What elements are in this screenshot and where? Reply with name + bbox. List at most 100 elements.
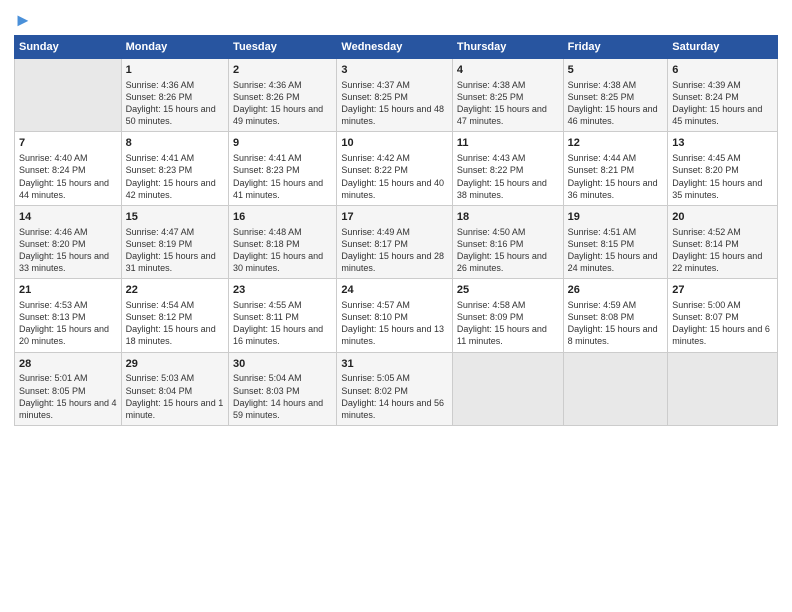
cell-info: Sunrise: 4:43 AMSunset: 8:22 PMDaylight:… [457, 152, 559, 201]
cell-info: Sunrise: 4:53 AMSunset: 8:13 PMDaylight:… [19, 299, 117, 348]
day-number: 16 [233, 210, 332, 225]
day-number: 30 [233, 357, 332, 372]
col-header-monday: Monday [121, 36, 228, 59]
calendar-cell: 31Sunrise: 5:05 AMSunset: 8:02 PMDayligh… [337, 352, 452, 425]
day-number: 3 [341, 63, 447, 78]
cell-info: Sunrise: 4:57 AMSunset: 8:10 PMDaylight:… [341, 299, 447, 348]
calendar-cell: 30Sunrise: 5:04 AMSunset: 8:03 PMDayligh… [229, 352, 337, 425]
day-number: 25 [457, 283, 559, 298]
cell-info: Sunrise: 4:59 AMSunset: 8:08 PMDaylight:… [568, 299, 664, 348]
week-row-5: 28Sunrise: 5:01 AMSunset: 8:05 PMDayligh… [15, 352, 778, 425]
cell-info: Sunrise: 4:39 AMSunset: 8:24 PMDaylight:… [672, 79, 773, 128]
cell-info: Sunrise: 4:50 AMSunset: 8:16 PMDaylight:… [457, 226, 559, 275]
cell-info: Sunrise: 4:49 AMSunset: 8:17 PMDaylight:… [341, 226, 447, 275]
calendar-cell: 17Sunrise: 4:49 AMSunset: 8:17 PMDayligh… [337, 205, 452, 278]
cell-info: Sunrise: 4:36 AMSunset: 8:26 PMDaylight:… [233, 79, 332, 128]
calendar-cell: 23Sunrise: 4:55 AMSunset: 8:11 PMDayligh… [229, 279, 337, 352]
week-row-4: 21Sunrise: 4:53 AMSunset: 8:13 PMDayligh… [15, 279, 778, 352]
col-header-sunday: Sunday [15, 36, 122, 59]
calendar-cell: 21Sunrise: 4:53 AMSunset: 8:13 PMDayligh… [15, 279, 122, 352]
calendar-cell: 3Sunrise: 4:37 AMSunset: 8:25 PMDaylight… [337, 59, 452, 132]
day-number: 24 [341, 283, 447, 298]
calendar-cell: 9Sunrise: 4:41 AMSunset: 8:23 PMDaylight… [229, 132, 337, 205]
day-number: 13 [672, 136, 773, 151]
day-number: 1 [126, 63, 224, 78]
cell-info: Sunrise: 4:40 AMSunset: 8:24 PMDaylight:… [19, 152, 117, 201]
logo-text: ► [14, 10, 32, 31]
day-number: 2 [233, 63, 332, 78]
cell-info: Sunrise: 4:51 AMSunset: 8:15 PMDaylight:… [568, 226, 664, 275]
cell-info: Sunrise: 5:03 AMSunset: 8:04 PMDaylight:… [126, 372, 224, 421]
day-number: 21 [19, 283, 117, 298]
cell-info: Sunrise: 4:38 AMSunset: 8:25 PMDaylight:… [568, 79, 664, 128]
cell-info: Sunrise: 4:54 AMSunset: 8:12 PMDaylight:… [126, 299, 224, 348]
calendar-cell: 8Sunrise: 4:41 AMSunset: 8:23 PMDaylight… [121, 132, 228, 205]
day-number: 18 [457, 210, 559, 225]
cell-info: Sunrise: 4:38 AMSunset: 8:25 PMDaylight:… [457, 79, 559, 128]
cell-info: Sunrise: 4:42 AMSunset: 8:22 PMDaylight:… [341, 152, 447, 201]
page: ► SundayMondayTuesdayWednesdayThursdayFr… [0, 0, 792, 612]
calendar-cell: 22Sunrise: 4:54 AMSunset: 8:12 PMDayligh… [121, 279, 228, 352]
cell-info: Sunrise: 4:37 AMSunset: 8:25 PMDaylight:… [341, 79, 447, 128]
day-number: 15 [126, 210, 224, 225]
cell-info: Sunrise: 4:52 AMSunset: 8:14 PMDaylight:… [672, 226, 773, 275]
calendar-cell: 28Sunrise: 5:01 AMSunset: 8:05 PMDayligh… [15, 352, 122, 425]
calendar-cell: 26Sunrise: 4:59 AMSunset: 8:08 PMDayligh… [563, 279, 668, 352]
calendar-table: SundayMondayTuesdayWednesdayThursdayFrid… [14, 35, 778, 426]
calendar-cell: 10Sunrise: 4:42 AMSunset: 8:22 PMDayligh… [337, 132, 452, 205]
day-number: 14 [19, 210, 117, 225]
day-number: 31 [341, 357, 447, 372]
col-header-saturday: Saturday [668, 36, 778, 59]
cell-info: Sunrise: 4:41 AMSunset: 8:23 PMDaylight:… [126, 152, 224, 201]
week-row-1: 1 Sunrise: 4:36 AMSunset: 8:26 PMDaylight… [15, 59, 778, 132]
col-header-wednesday: Wednesday [337, 36, 452, 59]
calendar-cell: 15Sunrise: 4:47 AMSunset: 8:19 PMDayligh… [121, 205, 228, 278]
calendar-cell: 24Sunrise: 4:57 AMSunset: 8:10 PMDayligh… [337, 279, 452, 352]
cell-info: Sunrise: 4:48 AMSunset: 8:18 PMDaylight:… [233, 226, 332, 275]
cell-info: Sunrise: 4:47 AMSunset: 8:19 PMDaylight:… [126, 226, 224, 275]
cell-info: Sunrise: 4:44 AMSunset: 8:21 PMDaylight:… [568, 152, 664, 201]
day-number: 19 [568, 210, 664, 225]
calendar-cell: 20Sunrise: 4:52 AMSunset: 8:14 PMDayligh… [668, 205, 778, 278]
day-number: 11 [457, 136, 559, 151]
day-number: 27 [672, 283, 773, 298]
cell-info: Sunrise: 4:58 AMSunset: 8:09 PMDaylight:… [457, 299, 559, 348]
day-number: 29 [126, 357, 224, 372]
day-number: 5 [568, 63, 664, 78]
calendar-cell: 19Sunrise: 4:51 AMSunset: 8:15 PMDayligh… [563, 205, 668, 278]
day-number: 26 [568, 283, 664, 298]
calendar-cell: 5Sunrise: 4:38 AMSunset: 8:25 PMDaylight… [563, 59, 668, 132]
calendar-cell: 1Sunrise: 4:36 AMSunset: 8:26 PMDaylight… [121, 59, 228, 132]
day-number: 23 [233, 283, 332, 298]
calendar-cell: 29Sunrise: 5:03 AMSunset: 8:04 PMDayligh… [121, 352, 228, 425]
day-number: 28 [19, 357, 117, 372]
calendar-cell: 12Sunrise: 4:44 AMSunset: 8:21 PMDayligh… [563, 132, 668, 205]
calendar-cell: 6Sunrise: 4:39 AMSunset: 8:24 PMDaylight… [668, 59, 778, 132]
calendar-cell: 13Sunrise: 4:45 AMSunset: 8:20 PMDayligh… [668, 132, 778, 205]
day-number: 17 [341, 210, 447, 225]
calendar-cell: 2Sunrise: 4:36 AMSunset: 8:26 PMDaylight… [229, 59, 337, 132]
col-header-thursday: Thursday [452, 36, 563, 59]
calendar-cell: 18Sunrise: 4:50 AMSunset: 8:16 PMDayligh… [452, 205, 563, 278]
calendar-cell: 25Sunrise: 4:58 AMSunset: 8:09 PMDayligh… [452, 279, 563, 352]
week-row-2: 7Sunrise: 4:40 AMSunset: 8:24 PMDaylight… [15, 132, 778, 205]
calendar-cell [668, 352, 778, 425]
day-number: 8 [126, 136, 224, 151]
header-row: SundayMondayTuesdayWednesdayThursdayFrid… [15, 36, 778, 59]
day-number: 20 [672, 210, 773, 225]
calendar-cell: 14Sunrise: 4:46 AMSunset: 8:20 PMDayligh… [15, 205, 122, 278]
calendar-cell [15, 59, 122, 132]
calendar-cell: 11Sunrise: 4:43 AMSunset: 8:22 PMDayligh… [452, 132, 563, 205]
cell-info: Sunrise: 4:46 AMSunset: 8:20 PMDaylight:… [19, 226, 117, 275]
col-header-friday: Friday [563, 36, 668, 59]
day-number: 9 [233, 136, 332, 151]
cell-info: Sunrise: 5:01 AMSunset: 8:05 PMDaylight:… [19, 372, 117, 421]
col-header-tuesday: Tuesday [229, 36, 337, 59]
calendar-cell [563, 352, 668, 425]
cell-info: Sunrise: 4:45 AMSunset: 8:20 PMDaylight:… [672, 152, 773, 201]
day-number: 4 [457, 63, 559, 78]
calendar-cell: 7Sunrise: 4:40 AMSunset: 8:24 PMDaylight… [15, 132, 122, 205]
week-row-3: 14Sunrise: 4:46 AMSunset: 8:20 PMDayligh… [15, 205, 778, 278]
cell-info: Sunrise: 5:00 AMSunset: 8:07 PMDaylight:… [672, 299, 773, 348]
cell-info: Sunrise: 5:04 AMSunset: 8:03 PMDaylight:… [233, 372, 332, 421]
